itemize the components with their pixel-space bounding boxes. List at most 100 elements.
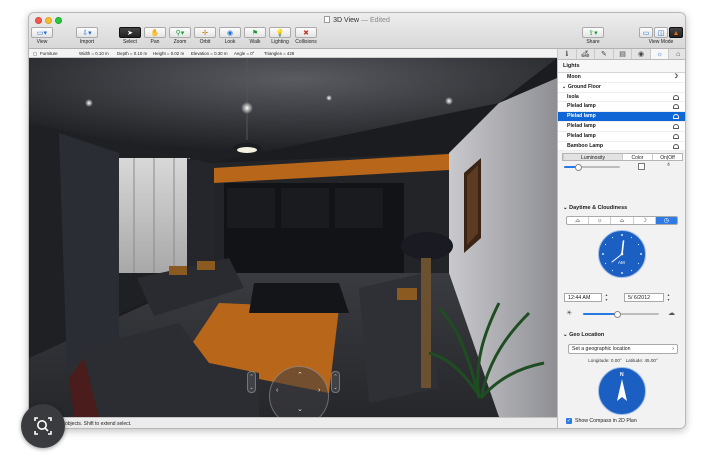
time-field[interactable]: 12:44 AM (564, 293, 602, 302)
analog-clock[interactable]: AM (598, 230, 646, 278)
status-bar: objects. Shift to extend select. (29, 417, 557, 428)
lights-panel: Lights Moon ☽ ⌄ Ground Floor Isola Plela… (557, 60, 685, 428)
cloudiness-slider-knob[interactable] (613, 310, 621, 318)
orbit-button[interactable]: ✢ Orbit (194, 27, 216, 45)
moon-phase-icon[interactable]: ☽ (632, 217, 655, 224)
info-angle: Angle = 0° (234, 51, 255, 56)
nav-up-arrow-icon[interactable]: ⌃ (297, 371, 303, 379)
tab-info-icon[interactable]: ℹ (557, 49, 576, 59)
walk-button[interactable]: ⚑ Walk (244, 27, 266, 45)
lights-header: Lights (558, 60, 685, 73)
visual-search-button[interactable] (21, 404, 65, 448)
tab-color[interactable]: Color (622, 154, 652, 161)
date-field[interactable]: 5/ 6/2012 (624, 293, 664, 302)
luminosity-slider[interactable] (564, 163, 620, 171)
navigation-control[interactable]: ⌃ ⌄ ‹ › (269, 366, 329, 417)
daytime-segmented-control[interactable]: ⌓ ☼ ⌓ ☽ ◷ (566, 216, 678, 225)
light-property-tabs: Luminosity Color On|Off (562, 153, 683, 162)
disclosure-chevron-icon: ⌄ (563, 205, 568, 211)
lens-search-icon (34, 417, 52, 435)
light-item[interactable]: Bamboo Lamp (558, 141, 685, 152)
cloudiness-slider-fill (583, 313, 618, 315)
selection-info-bar: ▢ Furniture Width = 0.10 m Depth = 0.10 … (29, 49, 557, 58)
document-icon (324, 16, 331, 23)
tab-luminosity[interactable]: Luminosity (563, 154, 622, 161)
nav-right-arrow-icon[interactable]: › (318, 387, 320, 394)
moon-icon: ☽ (672, 74, 678, 80)
time-stepper-icon[interactable]: ▴ ▾ (604, 292, 609, 302)
look-button[interactable]: ◉ Look (219, 27, 241, 45)
import-icon: ⇩▾ (76, 27, 98, 38)
nav-left-arrow-icon[interactable]: ‹ (276, 387, 278, 394)
tab-furniture-icon[interactable]: 🛋 (575, 49, 595, 59)
lamp-icon (673, 143, 679, 149)
light-item[interactable]: Plelad lamp (558, 102, 685, 113)
import-button[interactable]: ⇩▾ Import (76, 27, 98, 45)
cloudiness-slider[interactable] (583, 310, 659, 318)
info-item: Furniture (40, 51, 58, 56)
lamp-icon (673, 104, 679, 110)
tab-camera-icon[interactable]: ◉ (631, 49, 650, 59)
geo-coordinates: Longitude: 0.00° Latitude: 45.00° (588, 358, 658, 363)
info-triangles: Triangles = 428 (264, 51, 295, 56)
light-item[interactable]: Plelad lamp (558, 121, 685, 132)
compass[interactable]: N (598, 367, 646, 415)
lamp-icon (673, 94, 679, 100)
tab-edit-icon[interactable]: ✎ (594, 49, 613, 59)
view-icon: ▭▾ (31, 27, 53, 38)
cloud-icon: ☁ (668, 310, 675, 317)
disclosure-chevron-icon[interactable]: ⌄ (562, 84, 566, 90)
lighting-button[interactable]: 💡 Lighting (269, 27, 291, 45)
tab-building-icon[interactable]: ⌂ (668, 49, 685, 59)
light-item-moon[interactable]: Moon ☽ (558, 73, 685, 83)
collision-icon: ✖ (295, 27, 317, 38)
tab-lights-icon[interactable]: ☼ (649, 49, 669, 59)
pan-button[interactable]: ✋ Pan (144, 27, 166, 45)
select-button[interactable]: ➤ Select (119, 27, 141, 45)
tab-materials-icon[interactable]: ▤ (612, 49, 632, 59)
nav-vertical-slider-right[interactable]: ⌃ ⌄ (331, 371, 340, 393)
view-button[interactable]: ▭▾ View (31, 27, 53, 45)
split-view-icon[interactable]: ◫ (654, 27, 668, 38)
date-stepper-icon[interactable]: ▴ ▾ (666, 292, 671, 302)
nav-vertical-slider-left[interactable]: ⌃ ⌄ (247, 371, 256, 393)
light-group-ground-floor[interactable]: ⌄ Ground Floor (558, 82, 685, 93)
daytime-section-title[interactable]: ⌄ Daytime & Cloudiness (558, 205, 632, 211)
luminosity-row: ♁ (558, 161, 685, 175)
lamp-icon (673, 133, 679, 139)
info-checkbox-icon[interactable]: ▢ (33, 49, 37, 58)
light-item[interactable]: Plelad lamp (558, 131, 685, 142)
info-height: Height = 0.02 m (153, 51, 185, 56)
app-window: 3D View — Edited ▭▾ View ⇩▾ Import ➤ Sel… (28, 12, 686, 429)
share-button[interactable]: ⇪▾ Share (582, 27, 604, 45)
show-compass-checkbox[interactable]: ✓ (566, 418, 572, 424)
collisions-button[interactable]: ✖ Collisions (293, 27, 319, 45)
nav-down-arrow-icon[interactable]: ⌄ (297, 405, 303, 413)
sunset-icon[interactable]: ⌓ (610, 217, 632, 224)
titlebar: 3D View — Edited ▭▾ View ⇩▾ Import ➤ Sel… (29, 13, 685, 49)
walk-icon: ⚑ (244, 27, 266, 38)
light-bulb-toggle-icon[interactable]: ♁ (666, 161, 671, 168)
orbit-icon: ✢ (194, 27, 216, 38)
tab-on-off[interactable]: On|Off (652, 154, 682, 161)
sun-icon[interactable]: ☼ (588, 217, 610, 224)
3d-viewport[interactable]: ⌃ ⌄ ‹ › ⌃ ⌄ ⌃ ⌄ (29, 58, 557, 417)
light-item-selected[interactable]: Plelad lamp (558, 112, 685, 122)
custom-time-icon[interactable]: ◷ (654, 217, 677, 224)
show-compass-label: Show Compass in 2D Plan (575, 418, 637, 424)
compass-north-label: N (620, 372, 624, 378)
3d-scene (29, 58, 557, 417)
disclosure-chevron-icon: ⌄ (563, 332, 568, 338)
geo-section-title[interactable]: ⌄ Geo Location (558, 332, 609, 338)
magnifier-icon: ⚲▾ (169, 27, 191, 38)
luminosity-slider-knob[interactable] (574, 163, 582, 171)
color-swatch[interactable] (638, 163, 645, 171)
3d-view-icon[interactable]: ▲ (669, 27, 683, 38)
zoom-button[interactable]: ⚲▾ Zoom (169, 27, 191, 45)
plan-view-icon[interactable]: ▭ (639, 27, 653, 38)
sunrise-icon[interactable]: ⌓ (567, 217, 588, 224)
eye-icon: ◉ (219, 27, 241, 38)
light-item[interactable]: Isola (558, 92, 685, 103)
view-mode-control[interactable]: ▭ ◫ ▲ View Mode (637, 27, 685, 45)
set-geo-location-button[interactable]: Set a geographic location › (568, 344, 678, 354)
